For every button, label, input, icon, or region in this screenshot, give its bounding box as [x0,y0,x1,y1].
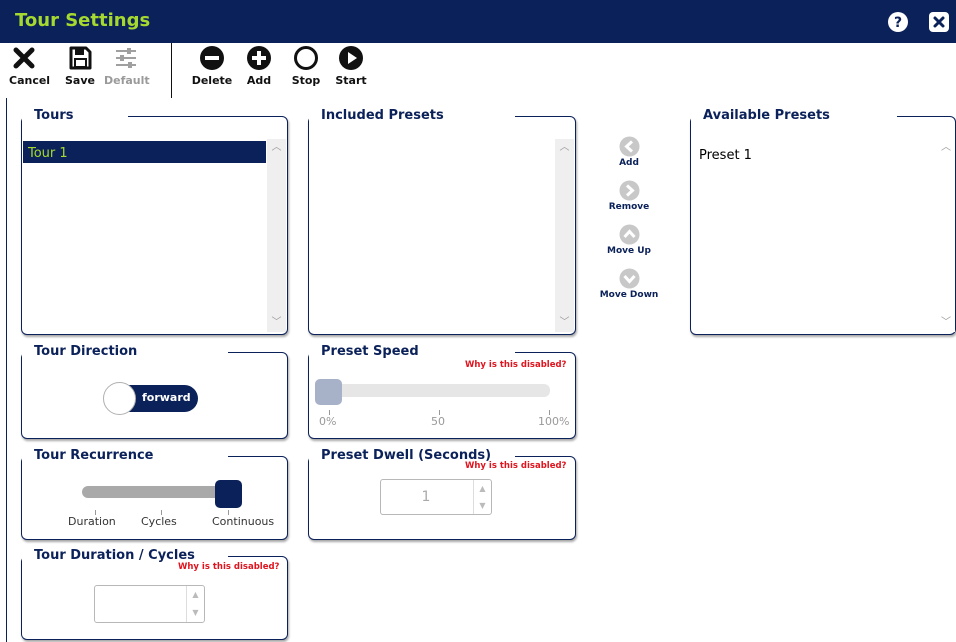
speed-tick-label: 50 [431,415,445,428]
scroll-up-icon[interactable]: ︿ [267,141,286,155]
tour-list-item[interactable]: Tour 1 [23,141,266,163]
left-border [6,98,7,642]
dwell-spinner-arrows[interactable]: ▲ ▼ [473,480,491,514]
move-down-button[interactable]: Move Down [594,268,664,300]
spinner-up-icon[interactable]: ▲ [187,586,204,604]
arrow-right-icon [619,180,639,201]
minus-circle-icon [200,46,224,70]
arrow-up-icon [619,224,639,245]
stop-label: Stop [291,74,321,87]
arrow-down-icon [619,268,639,289]
preset-speed-title: Preset Speed [309,340,515,361]
spinner-down-icon[interactable]: ▼ [187,604,204,622]
available-presets-title: Available Presets [691,104,897,125]
direction-toggle-label: forward [142,391,191,404]
floppy-disk-icon [69,46,92,70]
recurrence-option-label[interactable]: Cycles [141,515,177,528]
duration-spinner-arrows[interactable]: ▲ ▼ [186,586,204,622]
dwell-disabled-link[interactable]: Why is this disabled? [465,461,566,471]
speed-slider-track[interactable] [316,384,550,397]
cancel-label: Cancel [9,74,51,87]
scroll-down-icon[interactable]: ﹀ [937,316,955,330]
title-bar: Tour Settings ? [0,0,956,43]
spinner-down-icon[interactable]: ▼ [474,497,491,514]
stop-button[interactable]: Stop [289,45,323,87]
move-up-label: Move Up [607,246,651,256]
help-icon[interactable]: ? [887,11,909,33]
remove-preset-label: Remove [608,202,650,212]
tours-scrollbar[interactable]: ︿ ﹀ [267,139,286,332]
available-presets-panel: Preset 1 ︿ ﹀ [690,116,956,335]
scroll-up-icon[interactable]: ︿ [937,141,955,155]
save-label: Save [65,74,95,87]
delete-button[interactable]: Delete [190,45,234,87]
recurrence-option-label[interactable]: Continuous [212,515,274,528]
direction-toggle[interactable]: forward [103,382,198,415]
add-preset-label: Add [619,158,639,168]
dwell-value: 1 [421,489,431,505]
tour-direction-title: Tour Direction [22,340,228,361]
tours-panel: Tour 1 ︿ ﹀ [21,116,288,335]
duration-spinner[interactable]: ▲ ▼ [94,585,205,623]
move-down-label: Move Down [599,290,659,300]
plus-circle-icon [247,46,271,70]
x-icon [13,47,35,69]
recurrence-slider-thumb[interactable] [215,480,242,508]
default-label: Default [104,74,150,87]
tours-panel-title: Tours [22,104,128,125]
speed-tick-label: 100% [538,415,570,428]
arrow-left-icon [619,136,639,157]
preset-item-label: Preset 1 [699,148,752,163]
window-title: Tour Settings [15,10,151,31]
dwell-spinner[interactable]: 1 ▲ ▼ [380,479,492,515]
toolbar-separator [171,43,172,98]
speed-tick-label: 0% [319,415,337,428]
move-up-button[interactable]: Move Up [594,224,664,256]
tour-recurrence-title: Tour Recurrence [22,444,228,465]
scroll-down-icon[interactable]: ﹀ [267,316,286,330]
included-presets-panel: ︿ ﹀ [308,116,576,335]
scroll-up-icon[interactable]: ︿ [555,141,574,155]
tour-item-label: Tour 1 [28,146,68,161]
included-presets-title: Included Presets [309,104,515,125]
recurrence-option-label[interactable]: Duration [68,515,116,528]
start-label: Start [335,74,367,87]
available-scrollbar[interactable]: ︿ ﹀ [937,139,955,332]
add-label: Add [246,74,272,87]
speed-disabled-link[interactable]: Why is this disabled? [465,360,566,370]
add-button[interactable]: Add [244,45,274,87]
svg-text:?: ? [894,15,902,31]
included-scrollbar[interactable]: ︿ ﹀ [555,139,574,332]
add-preset-button[interactable]: Add [594,136,664,168]
recurrence-slider-track[interactable] [82,486,232,498]
default-button[interactable]: Default [104,45,150,87]
save-button[interactable]: Save [65,45,95,87]
preset-list-item[interactable]: Preset 1 [699,148,752,163]
duration-disabled-link[interactable]: Why is this disabled? [178,562,279,572]
toggle-knob[interactable] [103,382,136,415]
close-icon[interactable] [928,11,950,33]
spinner-up-icon[interactable]: ▲ [474,480,491,497]
cancel-button[interactable]: Cancel [9,45,51,87]
start-button[interactable]: Start [334,45,368,87]
remove-preset-button[interactable]: Remove [594,180,664,212]
sliders-icon [116,48,136,68]
tour-settings-window: Tour Settings ? Cancel Save Default Dele… [0,0,956,642]
circle-outline-icon [294,46,318,70]
play-circle-icon [339,46,363,70]
scroll-down-icon[interactable]: ﹀ [555,316,574,330]
speed-slider-thumb[interactable] [315,379,342,405]
delete-label: Delete [191,74,233,87]
toolbar: Cancel Save Default Delete Add Stop Star… [0,43,956,98]
